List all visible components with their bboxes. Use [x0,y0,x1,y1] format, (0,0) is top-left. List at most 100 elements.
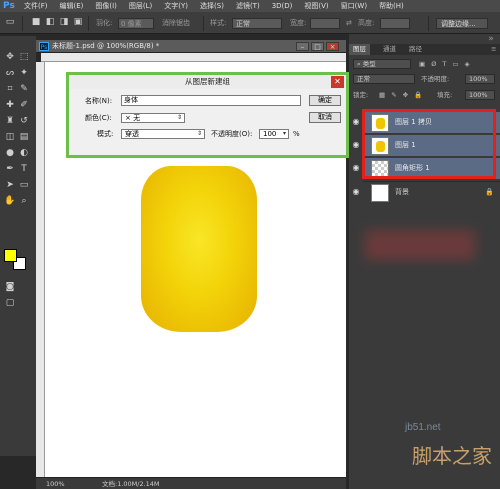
add-selection-icon[interactable]: ◧ [44,17,56,28]
menu-edit[interactable]: 编辑(E) [54,0,90,12]
opacity-field[interactable]: 100 ▾ [259,129,289,139]
filter-icons[interactable]: ▣ Ø T ▭ ◈ [419,59,472,69]
opacity-unit: % [293,130,300,138]
options-bar: ▭ ■ ◧ ◨ ▣ 羽化: 0 像素 消除锯齿 样式: 正常 宽度: ⇄ 高度:… [0,12,500,34]
horizontal-ruler [41,53,346,62]
menu-3d[interactable]: 3D(D) [266,0,299,12]
feather-input[interactable]: 0 像素 [118,18,154,29]
highlight-box [362,109,496,179]
close-icon[interactable]: × [326,42,339,51]
menu-view[interactable]: 视图(V) [298,0,334,12]
new-selection-icon[interactable]: ■ [30,17,42,28]
zoom-tool-icon[interactable]: ⌕ [18,196,30,207]
vertical-ruler [36,62,45,477]
toolbox: ✥ ⬚ ᔕ ✦ ⌗ ✎ ✚ ✐ ♜ ↺ ◫ ▤ ● ◐ ✒ T ➤ ▭ ✋ ⌕ … [0,36,36,456]
new-group-from-layers-dialog: 从图层新建组 ✕ 名称(N): 身体 确定 颜色(C): × 无 ⇕ 取消 模式… [66,72,349,158]
path-select-icon[interactable]: ➤ [4,180,16,191]
quick-select-icon[interactable]: ✦ [18,68,30,79]
screen-mode-icon[interactable]: ▢ [4,298,16,309]
stepper-arrow-icon[interactable]: ▾ [283,130,286,138]
subtract-selection-icon[interactable]: ◨ [58,17,70,28]
visibility-eye-icon[interactable]: ◉ [351,140,361,150]
hand-tool-icon[interactable]: ✋ [4,196,16,207]
visibility-eye-icon[interactable]: ◉ [351,163,361,173]
zoom-level[interactable]: 100% [46,479,65,489]
width-input[interactable] [310,18,340,29]
height-input[interactable] [380,18,410,29]
blurred-region [365,230,475,260]
marquee-tool-icon[interactable]: ⬚ [18,52,30,63]
photoshop-window: Ps 文件(F) 编辑(E) 图像(I) 图层(L) 文字(Y) 选择(S) 滤… [0,0,500,489]
menu-help[interactable]: 帮助(H) [373,0,410,12]
color-label: 颜色(C): [85,114,112,122]
intersect-selection-icon[interactable]: ▣ [72,17,84,28]
status-bar: 100% 文档:1.00M/2.14M [36,477,346,489]
swap-icon[interactable]: ⇄ [346,17,352,29]
eyedropper-icon[interactable]: ✎ [18,84,30,95]
foreground-color-swatch[interactable] [4,249,17,262]
refine-edge-button[interactable]: 调整边缘... [436,18,488,29]
name-label: 名称(N): [85,97,113,105]
marquee-preset-icon[interactable]: ▭ [4,17,16,28]
menu-type[interactable]: 文字(Y) [158,0,194,12]
layer-filter-select[interactable]: ⌕ 类型 [353,59,411,69]
panel-opacity-field[interactable]: 100% [465,74,495,84]
dodge-tool-icon[interactable]: ◐ [18,148,30,159]
clone-stamp-icon[interactable]: ♜ [4,116,16,127]
fill-field[interactable]: 100% [465,90,495,100]
quick-mask-icon[interactable]: ◙ [4,282,16,293]
panel-opacity-label: 不透明度: [421,75,450,83]
search-icon: ⌕ [357,60,361,68]
document-tab[interactable]: Ps 未标题-1.psd @ 100%(RGB/8) * – □ × [36,40,346,53]
width-label: 宽度: [290,19,307,27]
history-brush-icon[interactable]: ↺ [18,116,30,127]
lock-icon: 🔒 [485,188,494,196]
dialog-close-icon[interactable]: ✕ [331,76,344,88]
visibility-eye-icon[interactable]: ◉ [351,187,361,197]
crop-tool-icon[interactable]: ⌗ [4,84,16,95]
menu-image[interactable]: 图像(I) [89,0,123,12]
menu-layer[interactable]: 图层(L) [123,0,158,12]
blend-mode-select[interactable]: 正常 [353,74,415,84]
tab-channels[interactable]: 通道 [379,44,400,55]
lock-icons[interactable]: ▦ ✎ ✥ 🔒 [379,90,424,100]
menu-window[interactable]: 窗口(W) [335,0,373,12]
rounded-body-shape[interactable] [141,166,257,332]
pen-tool-icon[interactable]: ✒ [4,164,16,175]
move-tool-icon[interactable]: ✥ [4,52,16,63]
color-x-icon: × [125,114,131,122]
visibility-eye-icon[interactable]: ◉ [351,117,361,127]
antialias-checkbox[interactable]: 消除锯齿 [162,17,190,29]
maximize-icon[interactable]: □ [311,42,324,51]
panel-menu-icon[interactable]: ≡ [487,44,500,55]
mode-select[interactable]: 穿透 ⇕ [121,129,205,139]
layers-panel-tabs: 图层 通道 路径 ≡ [349,44,500,55]
lock-label: 锁定: [353,91,369,99]
menu-filter[interactable]: 滤镜(T) [230,0,266,12]
shape-tool-icon[interactable]: ▭ [18,180,30,191]
select-arrow-icon: ⇕ [196,130,202,137]
style-select[interactable]: 正常 [232,18,282,29]
blur-tool-icon[interactable]: ● [4,148,16,159]
healing-brush-icon[interactable]: ✚ [4,100,16,111]
gradient-tool-icon[interactable]: ▤ [18,132,30,143]
type-tool-icon[interactable]: T [18,164,30,175]
tab-paths[interactable]: 路径 [405,44,426,55]
dialog-body: 名称(N): 身体 确定 颜色(C): × 无 ⇕ 取消 模式: 穿透 ⇕ 不透… [69,89,346,155]
minimize-icon[interactable]: – [296,42,309,51]
lasso-tool-icon[interactable]: ᔕ [4,68,16,79]
eraser-icon[interactable]: ◫ [4,132,16,143]
document-info[interactable]: 文档:1.00M/2.14M [102,479,160,489]
cancel-button[interactable]: 取消 [309,112,341,123]
layer-item[interactable]: ◉ 背景 🔒 [353,181,500,203]
brush-tool-icon[interactable]: ✐ [18,100,30,111]
style-label: 样式: [210,19,227,27]
name-field[interactable]: 身体 [121,95,301,106]
menu-file[interactable]: 文件(F) [18,0,54,12]
color-select[interactable]: × 无 ⇕ [121,113,185,123]
app-logo: Ps [3,1,15,11]
tab-layers[interactable]: 图层 [349,44,370,55]
ok-button[interactable]: 确定 [309,95,341,106]
menu-bar: Ps 文件(F) 编辑(E) 图像(I) 图层(L) 文字(Y) 选择(S) 滤… [0,0,500,12]
menu-select[interactable]: 选择(S) [194,0,230,12]
